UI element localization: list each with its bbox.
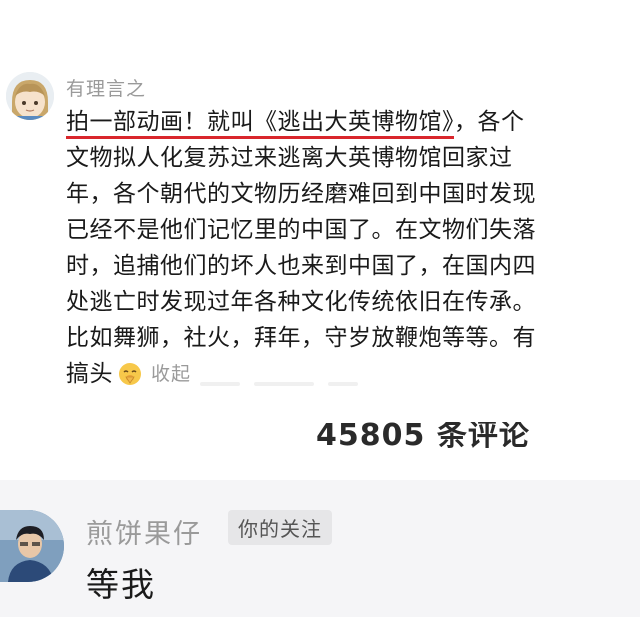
comment-thread: 有理言之 拍一部动画！就叫《逃出大英博物馆》，各个 文物拟人化复苏过来逃离大英博…	[0, 0, 640, 617]
avatar[interactable]	[0, 510, 64, 582]
comment-line: 时，追捕他们的坏人也来到中国了，在国内四	[66, 253, 536, 279]
reply-text: 等我	[86, 565, 156, 604]
avatar-photo-icon	[0, 510, 64, 582]
reply-username[interactable]: 煎饼果仔	[86, 512, 202, 551]
comment-line: 搞头	[66, 361, 113, 387]
underlined-phrase: 拍一部动画！就叫《逃出大英博物馆》	[66, 109, 454, 139]
comment-line-rest: ，各个	[454, 109, 525, 135]
comment-line: 比如舞狮，社火，拜年，守岁放鞭炮等等。有	[66, 325, 536, 351]
comment-line: 年，各个朝代的文物历经磨难回到中国时发现	[66, 181, 536, 207]
comment-line: 处逃亡时发现过年各种文化传统依旧在传承。	[66, 289, 536, 315]
faded-content	[200, 382, 380, 394]
collapse-button[interactable]: 收起	[151, 356, 191, 392]
praying-face-emoji-icon	[117, 361, 143, 387]
comment-count: 45805 条评论	[316, 418, 530, 453]
avatar[interactable]	[6, 72, 54, 120]
reply-comment: 煎饼果仔 你的关注 等我	[0, 480, 640, 617]
following-badge: 你的关注	[228, 510, 332, 545]
comment-text: 拍一部动画！就叫《逃出大英博物馆》，各个 文物拟人化复苏过来逃离大英博物馆回家过…	[66, 104, 626, 392]
comment-line: 已经不是他们记忆里的中国了。在文物们失落	[66, 217, 536, 243]
comment-username[interactable]: 有理言之	[66, 74, 146, 101]
comment-line: 拍一部动画！就叫《逃出大英博物馆》，各个	[66, 104, 626, 140]
comment-line: 文物拟人化复苏过来逃离大英博物馆回家过	[66, 145, 513, 171]
avatar-cartoon-icon	[6, 72, 54, 120]
top-comment: 有理言之 拍一部动画！就叫《逃出大英博物馆》，各个 文物拟人化复苏过来逃离大英博…	[0, 0, 640, 480]
